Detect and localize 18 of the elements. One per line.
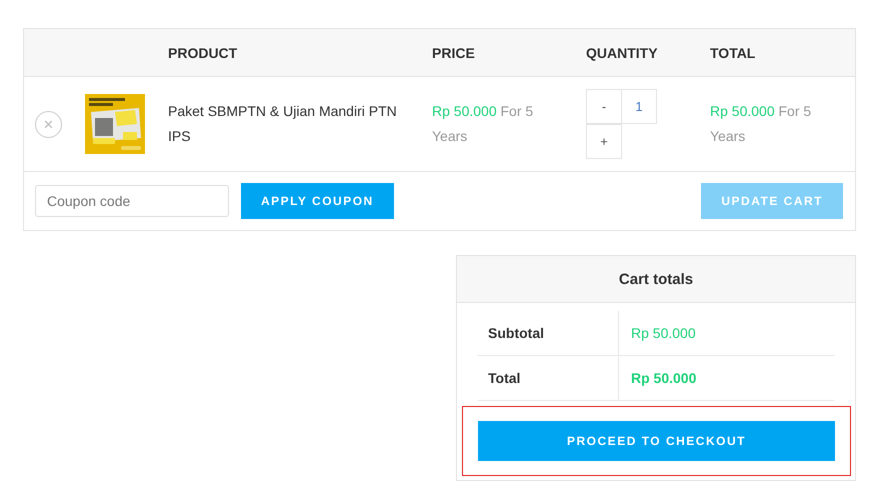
checkout-button[interactable]: PROCEED TO CHECKOUT <box>478 421 835 461</box>
total-text: Rp 50.000 For 5 Years <box>710 102 812 146</box>
panel-title: Cart totals <box>457 256 855 303</box>
row-label: Subtotal <box>478 311 619 355</box>
price-text: Rp 50.000 For 5 Years <box>432 102 534 146</box>
column-header: TOTAL <box>710 44 756 60</box>
column-header: PRODUCT <box>168 44 238 60</box>
column-header: PRICE <box>432 44 475 60</box>
coupon-field[interactable]: Coupon code <box>35 185 229 217</box>
decrease-button[interactable]: - <box>586 89 622 124</box>
row-label: Total <box>478 356 619 400</box>
apply-coupon-button[interactable]: APPLY COUPON <box>241 183 394 219</box>
increase-button[interactable]: + <box>586 124 622 159</box>
amount-text: Rp 50.000 <box>630 325 696 341</box>
column-header: QUANTITY <box>586 44 658 60</box>
amount-text: Rp 50.000 <box>630 370 696 386</box>
quantity-field[interactable]: 1 <box>621 89 657 124</box>
product-name[interactable]: Paket SBMPTN & Ujian Mandiri PTN IPS <box>168 99 408 149</box>
